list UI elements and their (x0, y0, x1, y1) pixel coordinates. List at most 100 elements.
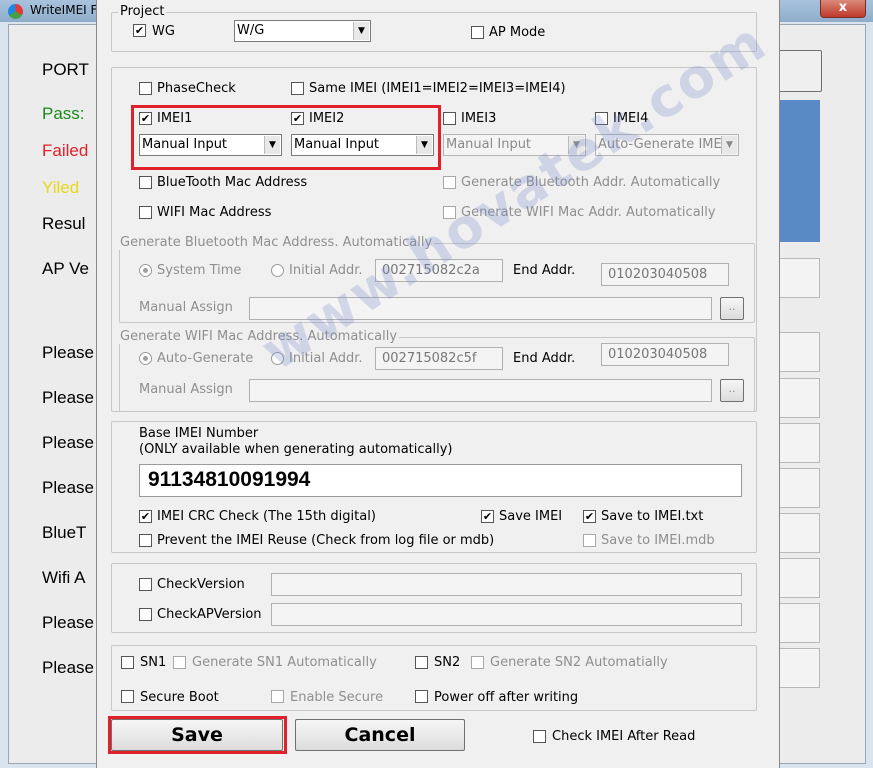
imei4-mode-value: Auto-Generate IMEI (598, 137, 726, 152)
imei4-mode-select: Auto-Generate IMEI ▼ (595, 134, 739, 156)
chevron-down-icon: ▼ (353, 22, 369, 40)
background-label: Please (42, 388, 94, 407)
power-off-checkbox[interactable] (415, 690, 428, 703)
background-label: Wifi A (42, 568, 86, 587)
bt-manual-assign-input[interactable] (249, 297, 712, 320)
bt-initial-addr-label: Initial Addr. (289, 263, 363, 278)
background-label: AP Ve (42, 259, 89, 278)
wifi-browse-button[interactable]: .. (720, 379, 744, 402)
sn1-checkbox[interactable] (121, 656, 134, 669)
project-select[interactable]: W/G ▼ (234, 20, 371, 42)
phasecheck-checkbox[interactable] (139, 82, 152, 95)
generate-wifi-checkbox (443, 206, 456, 219)
bt-browse-button[interactable]: .. (720, 297, 744, 320)
enable-secure-checkbox (271, 690, 284, 703)
same-imei-checkbox[interactable] (291, 82, 304, 95)
generate-sn2-label: Generate SN2 Automatially (490, 655, 668, 670)
wifi-manual-assign-input[interactable] (249, 379, 712, 402)
imei3-label: IMEI3 (461, 111, 497, 126)
imei3-checkbox[interactable] (443, 112, 456, 125)
chevron-down-icon: ▼ (721, 136, 737, 154)
generate-bluetooth-label: Generate Bluetooth Addr. Automatically (461, 175, 721, 190)
imei-crc-check-checkbox[interactable]: ✔ (139, 510, 152, 523)
auto-generate-radio[interactable] (139, 352, 152, 365)
imei-highlight-box (131, 105, 441, 170)
app-icon (8, 4, 23, 19)
system-time-label: System Time (157, 263, 242, 278)
generate-sn1-checkbox (173, 656, 186, 669)
save-to-mdb-checkbox (583, 534, 596, 547)
bt-initial-addr-input[interactable]: 002715082c2a (375, 259, 503, 282)
wifi-mac-checkbox[interactable] (139, 206, 152, 219)
background-label: Please (42, 433, 94, 452)
bluetooth-mac-checkbox[interactable] (139, 176, 152, 189)
imei-crc-check-label: IMEI CRC Check (The 15th digital) (157, 509, 376, 524)
background-label: Please (42, 343, 94, 362)
close-window-button[interactable]: x (820, 0, 866, 18)
generate-bluetooth-checkbox (443, 176, 456, 189)
settings-dialog: Project ✔ WG W/G ▼ AP Mode PhaseCheck Sa… (96, 0, 780, 768)
save-imei-checkbox[interactable]: ✔ (481, 510, 494, 523)
background-window-title: WriteIMEI F (30, 3, 98, 17)
sn2-label: SN2 (434, 655, 461, 670)
check-imei-after-read-checkbox[interactable] (533, 730, 546, 743)
check-version-checkbox[interactable] (139, 578, 152, 591)
phasecheck-label: PhaseCheck (157, 81, 236, 96)
auto-generate-label: Auto-Generate (157, 351, 254, 366)
enable-secure-label: Enable Secure (290, 690, 384, 705)
bluetooth-group-title: Generate Bluetooth Mac Address. Automati… (118, 235, 435, 250)
same-imei-label: Same IMEI (IMEI1=IMEI2=IMEI3=IMEI4) (309, 81, 566, 96)
project-group: Project (111, 4, 757, 52)
cancel-button[interactable]: Cancel (295, 719, 465, 751)
prevent-reuse-checkbox[interactable] (139, 534, 152, 547)
wifi-initial-addr-radio[interactable] (271, 352, 284, 365)
secure-boot-label: Secure Boot (140, 690, 219, 705)
power-off-label: Power off after writing (434, 690, 579, 705)
bluetooth-mac-label: BlueTooth Mac Address (157, 175, 308, 190)
background-label: BlueT (42, 523, 87, 542)
check-imei-after-read-label: Check IMEI After Read (552, 729, 696, 744)
secure-boot-checkbox[interactable] (121, 690, 134, 703)
wifi-end-addr-label: End Addr. (513, 351, 576, 366)
base-imei-subtitle: (ONLY available when generating automati… (139, 442, 453, 457)
save-highlight-box (108, 716, 287, 754)
background-label: Please (42, 658, 94, 677)
base-imei-input[interactable]: 91134810091994 (139, 464, 742, 497)
bt-end-addr-input[interactable]: 010203040508 (601, 263, 729, 286)
generate-sn1-label: Generate SN1 Automatically (192, 655, 377, 670)
save-to-txt-label: Save to IMEI.txt (601, 509, 704, 524)
save-to-mdb-label: Save to IMEI.mdb (601, 533, 715, 548)
background-label: Please (42, 478, 94, 497)
imei4-checkbox[interactable] (595, 112, 608, 125)
save-to-txt-checkbox[interactable]: ✔ (583, 510, 596, 523)
wifi-initial-addr-label: Initial Addr. (289, 351, 363, 366)
check-ap-version-label: CheckAPVersion (157, 607, 262, 622)
sn2-checkbox[interactable] (415, 656, 428, 669)
background-label: Resul (42, 214, 86, 233)
project-group-title: Project (118, 4, 167, 19)
check-ap-version-checkbox[interactable] (139, 608, 152, 621)
ap-mode-label: AP Mode (489, 25, 546, 40)
sn1-label: SN1 (140, 655, 167, 670)
chevron-down-icon: ▼ (568, 136, 584, 154)
wifi-mac-label: WIFI Mac Address (157, 205, 272, 220)
check-version-input[interactable] (271, 573, 742, 596)
wifi-group-title: Generate WIFI Mac Address. Automatically (118, 329, 400, 344)
bt-initial-addr-radio[interactable] (271, 264, 284, 277)
wg-checkbox[interactable]: ✔ (133, 24, 146, 37)
wifi-initial-addr-input[interactable]: 002715082c5f (375, 347, 503, 370)
imei3-mode-value: Manual Input (446, 137, 532, 152)
background-label: Failed (42, 141, 89, 160)
check-ap-version-input[interactable] (271, 603, 742, 626)
bt-end-addr-label: End Addr. (513, 263, 576, 278)
system-time-radio[interactable] (139, 264, 152, 277)
bt-manual-assign-label: Manual Assign (139, 300, 233, 315)
wifi-end-addr-input[interactable]: 010203040508 (601, 343, 729, 366)
background-label: PORT (42, 60, 89, 79)
background-label: Yiled (42, 178, 80, 197)
check-version-label: CheckVersion (157, 577, 245, 592)
ap-mode-checkbox[interactable] (471, 26, 484, 39)
imei4-label: IMEI4 (613, 111, 649, 126)
prevent-reuse-label: Prevent the IMEI Reuse (Check from log f… (157, 533, 495, 548)
save-imei-label: Save IMEI (499, 509, 563, 524)
